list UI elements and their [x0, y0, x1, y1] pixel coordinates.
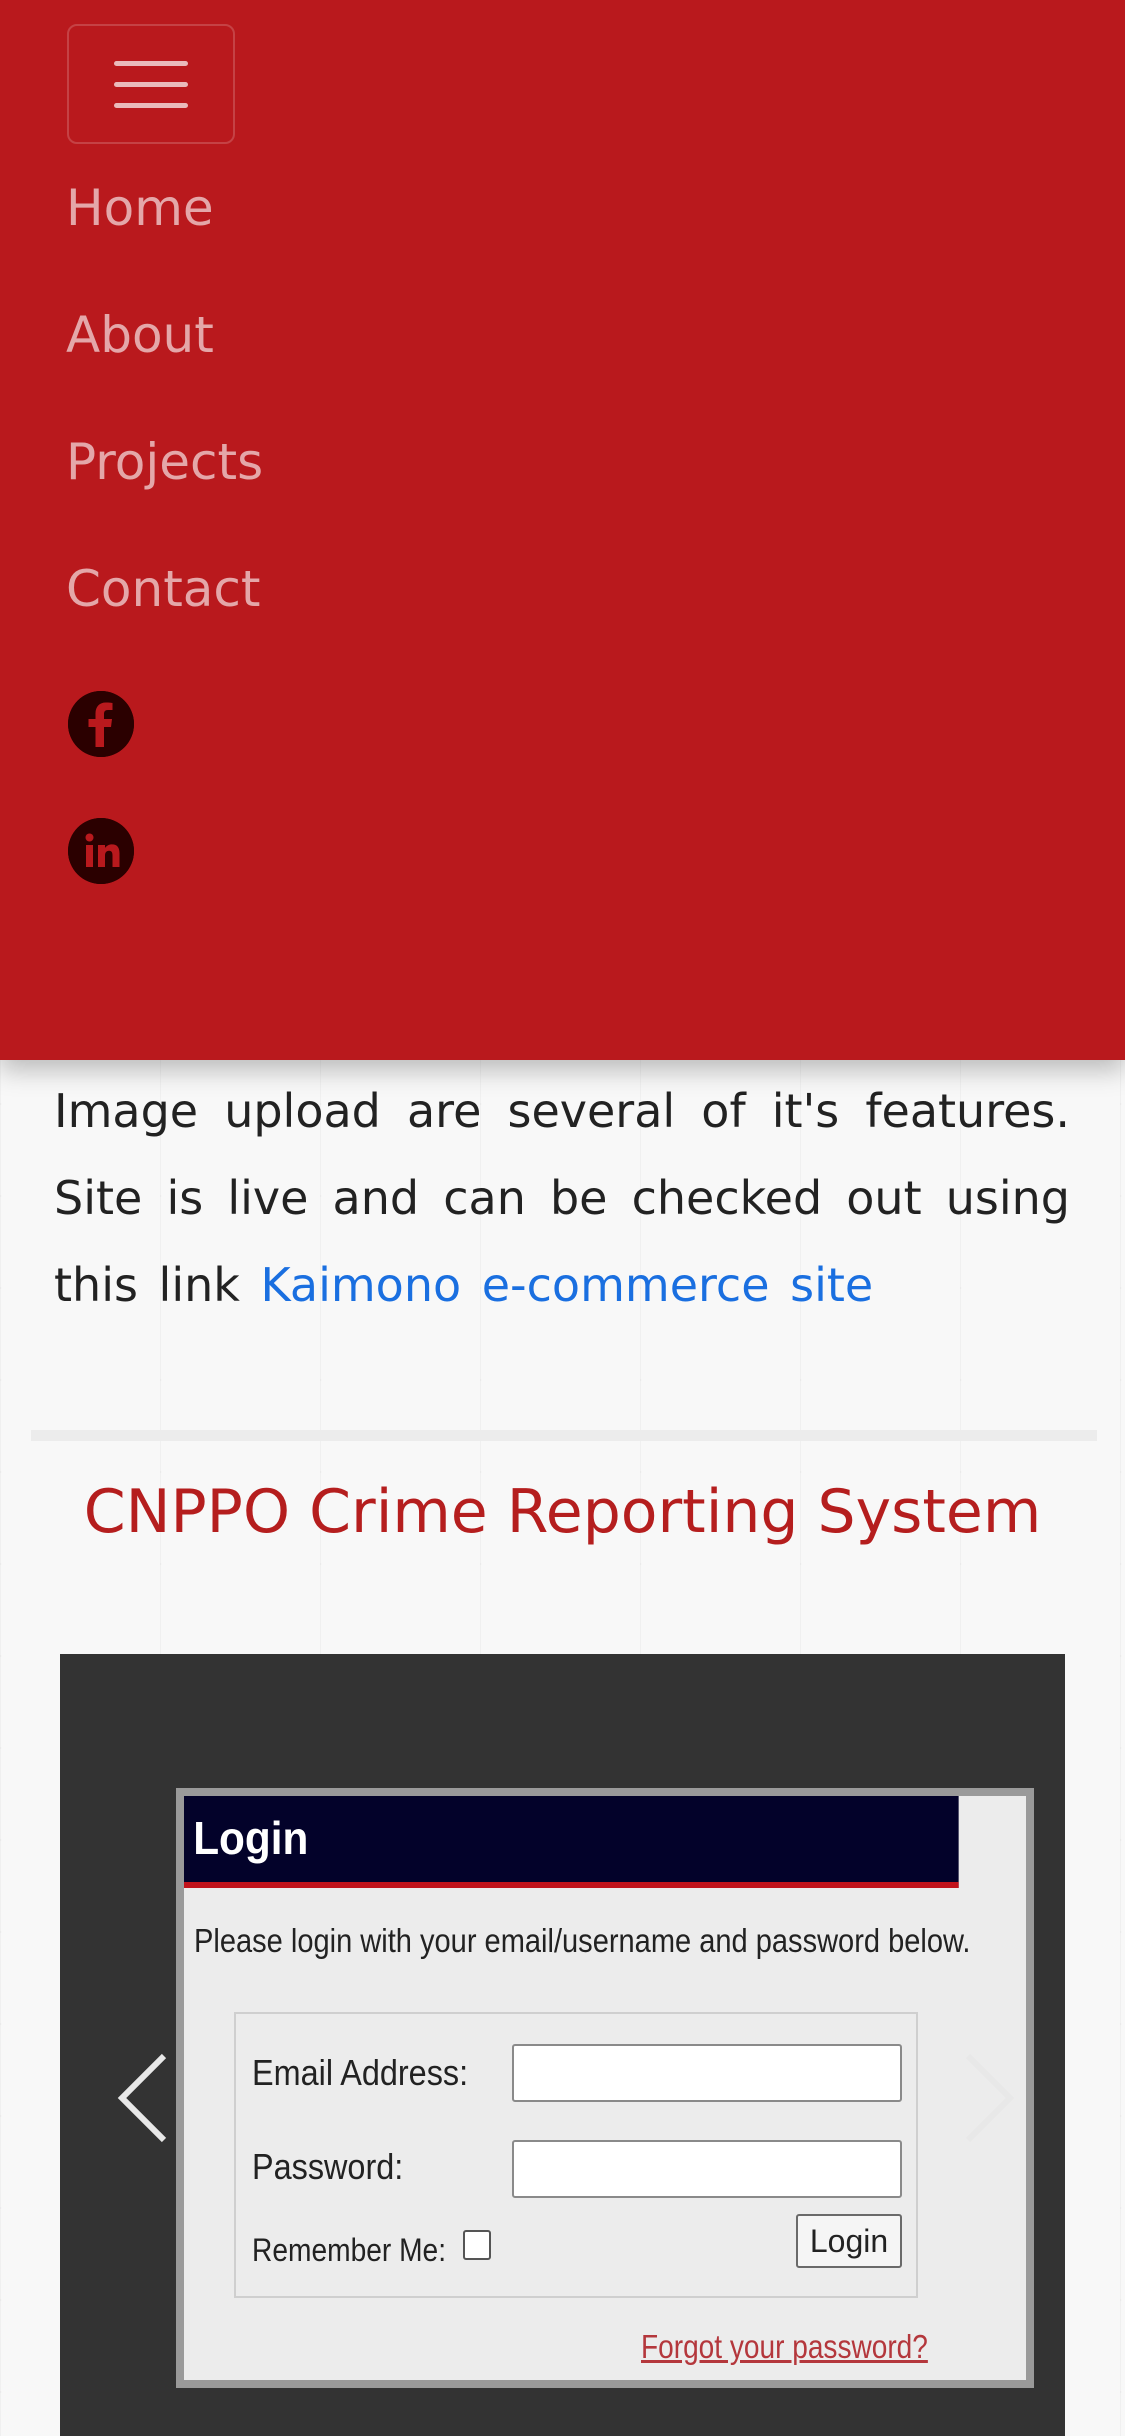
project-description: Image upload are several of it's feature…: [54, 1068, 1070, 1329]
hamburger-icon-bar: [114, 60, 188, 66]
project-carousel: Login Please login with your email/usern…: [60, 1654, 1065, 2436]
facebook-icon[interactable]: [68, 691, 134, 757]
kaimono-site-link[interactable]: Kaimono e-commerce site: [261, 1258, 874, 1312]
login-form: Email Address: Password: Remember Me: Lo…: [234, 2012, 918, 2298]
email-field: [512, 2044, 902, 2102]
password-field: [512, 2140, 902, 2198]
login-button: Login: [796, 2214, 902, 2268]
forgot-password-link: Forgot your password?: [641, 2328, 928, 2365]
nav-link-projects[interactable]: Projects: [66, 437, 263, 487]
nav-link-about[interactable]: About: [66, 310, 214, 360]
navbar-menu: Home About Projects Contact: [0, 0, 1125, 1060]
chevron-right-icon: [965, 2053, 1015, 2143]
login-instructions: Please login with your email/username an…: [194, 1922, 971, 1959]
linkedin-icon[interactable]: [68, 818, 134, 884]
password-label: Password:: [252, 2146, 404, 2187]
carousel-next-button[interactable]: [960, 2050, 1020, 2146]
carousel-prev-button[interactable]: [112, 2050, 172, 2146]
hamburger-icon-bar: [114, 81, 188, 87]
login-screenshot: Login Please login with your email/usern…: [176, 1788, 1034, 2388]
login-header: Login: [184, 1796, 959, 1888]
hamburger-icon-bar: [114, 102, 188, 108]
remember-me-checkbox: [463, 2230, 491, 2260]
email-label: Email Address:: [252, 2052, 469, 2093]
remember-me-label: Remember Me:: [252, 2232, 447, 2268]
section-divider: [31, 1430, 1097, 1441]
menu-toggle-button[interactable]: [67, 24, 235, 144]
nav-link-home[interactable]: Home: [66, 183, 214, 233]
nav-link-contact[interactable]: Contact: [66, 564, 261, 614]
project-title: CNPPO Crime Reporting System: [83, 1477, 1042, 1547]
chevron-left-icon: [117, 2053, 167, 2143]
